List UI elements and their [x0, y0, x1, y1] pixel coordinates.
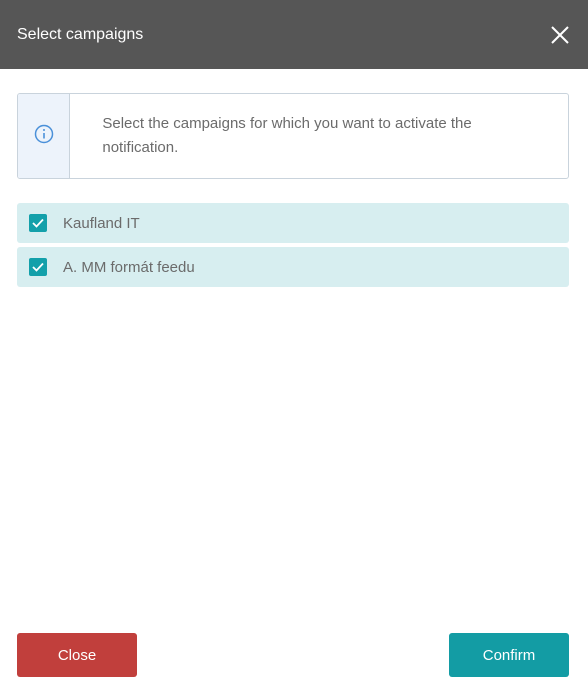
confirm-button[interactable]: Confirm [449, 633, 569, 677]
campaign-checkbox[interactable] [29, 258, 47, 276]
campaign-checkbox[interactable] [29, 214, 47, 232]
campaign-list: Kaufland IT A. MM formát feedu [17, 203, 569, 291]
checkmark-icon [32, 262, 44, 272]
select-campaigns-dialog: Select campaigns Select the campaigns fo… [0, 0, 588, 689]
info-icon-panel [18, 94, 71, 178]
info-message: Select the campaigns for which you want … [17, 93, 569, 179]
info-icon [34, 124, 54, 149]
dialog-title: Select campaigns [17, 25, 144, 43]
dialog-header: Select campaigns [0, 0, 588, 69]
checkmark-icon [32, 218, 44, 228]
campaign-label: A. MM formát feedu [63, 258, 195, 276]
close-button[interactable]: Close [17, 633, 137, 677]
close-icon[interactable] [550, 25, 570, 45]
campaign-item[interactable]: Kaufland IT [17, 203, 569, 243]
campaign-label: Kaufland IT [63, 214, 140, 232]
info-text: Select the campaigns for which you want … [102, 115, 472, 156]
campaign-item[interactable]: A. MM formát feedu [17, 247, 569, 287]
